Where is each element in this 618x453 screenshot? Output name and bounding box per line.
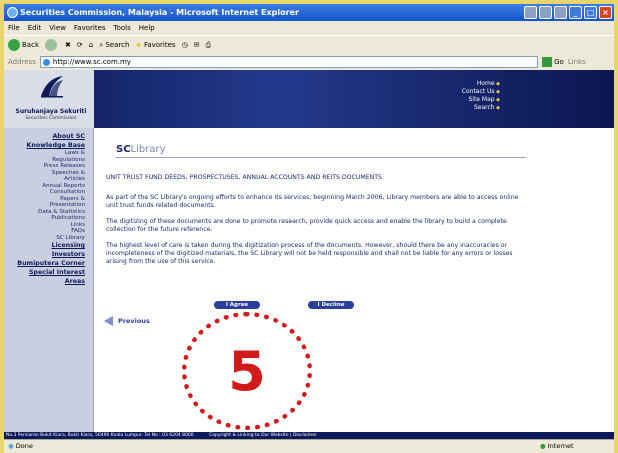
status-bar: ◉ Done ● Internet — [4, 439, 614, 453]
agree-button[interactable]: I Agree — [214, 301, 260, 309]
sidebar-item[interactable]: Bumiputera Corner — [4, 259, 93, 268]
minimize-icon[interactable]: _ — [569, 6, 582, 19]
notice-paragraph: The highest level of care is taken durin… — [106, 242, 513, 265]
back-button[interactable]: Back — [8, 36, 39, 54]
mail-button[interactable]: ✉ — [194, 36, 200, 54]
library-notice: UNIT TRUST FUND DEEDS, PROSPECTUSES, ANN… — [106, 174, 526, 274]
contact-us-link[interactable]: Contact Us — [462, 88, 500, 96]
sc-logo-icon — [41, 76, 63, 98]
page-icon: ◉ — [8, 442, 14, 450]
status-text: ◉ Done — [8, 442, 33, 450]
page-title: SCLibrary — [116, 144, 166, 155]
address-input[interactable]: http://www.sc.com.my — [39, 56, 538, 68]
notice-paragraph: As part of the SC Library's ongoing effo… — [106, 194, 519, 209]
notice-paragraph: The digitizing of these documents are do… — [106, 218, 507, 233]
notice-heading: UNIT TRUST FUND DEEDS, PROSPECTUSES, ANN… — [106, 174, 382, 181]
forward-arrow-icon — [45, 39, 57, 51]
previous-link[interactable]: Previous — [104, 316, 150, 326]
star-icon: ★ — [135, 41, 142, 49]
window-controls: _ □ × — [524, 6, 612, 19]
menu-bar: File Edit View Favorites Tools Help — [4, 21, 614, 35]
logo-name: Suruhanjaya Sekuriti — [15, 108, 87, 115]
go-arrow-icon — [541, 57, 552, 67]
maximize-icon[interactable]: □ — [584, 6, 597, 19]
favorites-button[interactable]: ★ Favorites — [135, 36, 175, 54]
menu-tools[interactable]: Tools — [114, 21, 131, 35]
footer-address: No.3 Persiaran Bukit Kiara, Bukit Kiara,… — [6, 433, 194, 438]
ie-logo-icon — [7, 7, 18, 18]
taskbar-icon[interactable] — [539, 6, 552, 19]
menu-help[interactable]: Help — [139, 21, 155, 35]
logo-subtitle: Securities Commission — [25, 116, 77, 121]
footer-links[interactable]: Copyright & Linking to Our Website | Dis… — [209, 433, 317, 438]
main-content: SCLibrary UNIT TRUST FUND DEEDS, PROSPEC… — [94, 128, 614, 439]
taskbar-icon[interactable] — [524, 6, 537, 19]
sidebar-nav: About SC Knowledge Base Laws & Regulations P… — [4, 128, 94, 439]
refresh-button[interactable]: ⟳ — [77, 36, 83, 54]
step-number: 5 — [228, 340, 266, 403]
site-map-link[interactable]: Site Map — [462, 96, 500, 104]
taskbar-icon[interactable] — [554, 6, 567, 19]
search-icon: ⌕ — [99, 41, 104, 49]
security-zone: ● Internet — [540, 442, 574, 450]
search-button[interactable]: ⌕ Search — [99, 36, 129, 54]
site-footer: No.3 Persiaran Bukit Kiara, Bukit Kiara,… — [4, 432, 614, 439]
menu-view[interactable]: View — [49, 21, 66, 35]
decline-button[interactable]: I Decline — [308, 301, 354, 309]
globe-icon: ● — [540, 442, 546, 450]
sidebar-item[interactable]: Areas — [4, 277, 93, 286]
home-button[interactable]: ⌂ — [89, 36, 93, 54]
go-button[interactable]: Go — [541, 54, 564, 70]
stop-button[interactable]: ✖ — [65, 36, 71, 54]
address-label: Address — [8, 58, 36, 66]
title-bar: Securities Commission, Malaysia - Micros… — [4, 4, 614, 21]
back-arrow-icon — [8, 39, 20, 51]
title-divider — [116, 157, 526, 158]
forward-button[interactable] — [45, 36, 59, 54]
sidebar-item[interactable]: About SC — [4, 132, 93, 141]
standard-toolbar: Back ✖ ⟳ ⌂ ⌕ Search ★ Favorites ◷ ✉ ⎙ — [4, 35, 614, 54]
site-logo[interactable]: Suruhanjaya Sekuriti Securities Commissi… — [4, 70, 94, 128]
site-banner: Suruhanjaya Sekuriti Securities Commissi… — [4, 70, 614, 128]
sidebar-item[interactable]: Investors — [4, 250, 93, 259]
top-links: Home Contact Us Site Map Search — [462, 80, 500, 112]
menu-file[interactable]: File — [8, 21, 20, 35]
history-button[interactable]: ◷ — [182, 36, 188, 54]
search-link[interactable]: Search — [462, 104, 500, 112]
menu-favorites[interactable]: Favorites — [74, 21, 106, 35]
sidebar-item[interactable]: Knowledge Base — [4, 141, 93, 150]
window-title: Securities Commission, Malaysia - Micros… — [20, 8, 299, 17]
menu-edit[interactable]: Edit — [28, 21, 42, 35]
home-link[interactable]: Home — [462, 80, 500, 88]
close-icon[interactable]: × — [599, 6, 612, 19]
sidebar-item[interactable]: Special Interest — [4, 268, 93, 277]
print-button[interactable]: ⎙ — [206, 36, 212, 54]
sidebar-item[interactable]: Licensing — [4, 241, 93, 250]
address-bar: Address http://www.sc.com.my Go Links — [4, 54, 614, 70]
links-button[interactable]: Links — [568, 54, 586, 70]
